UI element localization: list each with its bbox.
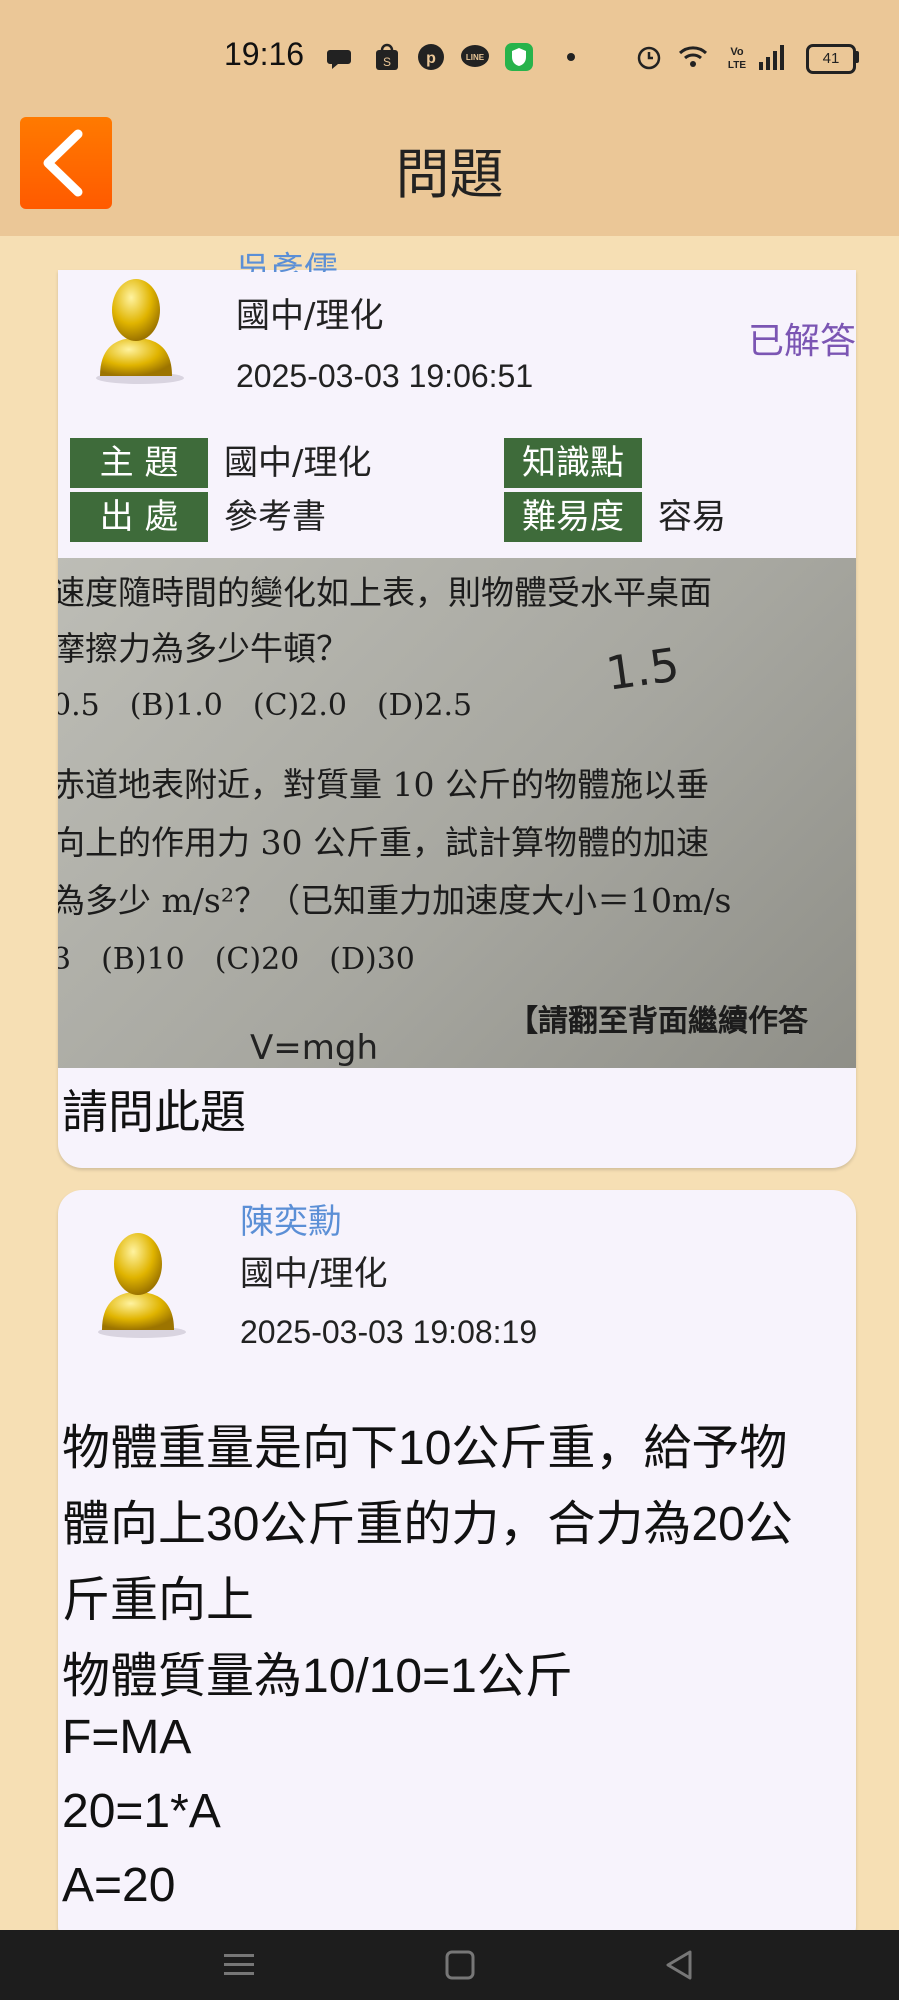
source-value: 參考書 <box>224 497 326 537</box>
status-badge: 已解答 <box>748 321 857 362</box>
pinterest-icon: p <box>418 44 444 70</box>
svg-text:Vo: Vo <box>730 46 744 58</box>
question-photo[interactable]: 速度隨時間的變化如上表，則物體受水平桌面 摩擦力為多少牛頓？ 0.5 (B)1.… <box>58 558 856 1068</box>
question-text: 請問此題 <box>62 1085 246 1139</box>
photo-line: 0.5 (B)1.0 (C)2.0 (D)2.5 <box>58 688 473 723</box>
svg-text:p: p <box>426 50 436 67</box>
menu-icon[interactable] <box>222 1950 256 1980</box>
source-label: 出 處 <box>70 492 208 542</box>
status-bar: 19:16 S p LINE Vo LTE 41 <box>0 0 899 116</box>
difficulty-label: 難易度 <box>504 492 642 542</box>
line-icon: LINE <box>461 45 489 67</box>
avatar <box>96 279 184 384</box>
answer-timestamp: 2025-03-03 19:08:19 <box>240 1314 538 1350</box>
avatar <box>98 1233 186 1338</box>
photo-line: 為多少 m/s²？（已知重力加速度大小＝10m/s <box>58 881 732 920</box>
messenger-icon <box>327 50 351 69</box>
answer-subject: 國中/理化 <box>240 1254 388 1294</box>
photo-line: 【請翻至背面繼續作答 <box>508 1004 808 1039</box>
answer-line: 物體重量是向下10公斤重，給予物 <box>62 1422 788 1475</box>
handwriting-note: V=mgh <box>250 1028 378 1068</box>
top-bar: 19:16 S p LINE Vo LTE 41 問題 <box>0 0 899 236</box>
home-icon[interactable] <box>444 1948 476 1982</box>
status-time: 19:16 <box>224 36 305 72</box>
answer-line: A=20 <box>62 1859 176 1912</box>
difficulty-value: 容易 <box>658 497 726 537</box>
battery-icon: 41 <box>806 44 856 74</box>
answer-line: F=MA <box>62 1711 192 1764</box>
photo-line: 摩擦力為多少牛頓？ <box>58 629 349 668</box>
svg-text:LTE: LTE <box>728 60 746 71</box>
topic-label: 主 題 <box>70 438 208 488</box>
photo-line: 3 (B)10 (C)20 (D)30 <box>58 942 415 977</box>
topic-value: 國中/理化 <box>224 443 372 483</box>
dot-icon <box>567 53 575 61</box>
battery-level: 41 <box>822 50 840 67</box>
question-subject: 國中/理化 <box>236 296 384 336</box>
answer-line: 體向上30公斤重的力，合力為20公 <box>62 1498 793 1551</box>
back-triangle-icon[interactable] <box>662 1948 696 1982</box>
answer-line: 20=1*A <box>62 1785 221 1838</box>
answer-line: 物體質量為10/10=1公斤 <box>62 1650 573 1703</box>
photo-line: 速度隨時間的變化如上表，則物體受水平桌面 <box>58 573 712 612</box>
wifi-icon <box>678 46 708 67</box>
photo-line: 向上的作用力 30 公斤重，試計算物體的加速 <box>58 823 709 862</box>
volte-icon: Vo LTE <box>728 46 746 71</box>
signal-icon <box>759 45 784 70</box>
shopee-icon: S <box>376 43 398 70</box>
answer-card: 陳奕勳 國中/理化 2025-03-03 19:08:19 物體重量是向下10公… <box>58 1190 856 1950</box>
alarm-icon <box>637 46 661 70</box>
question-timestamp: 2025-03-03 19:06:51 <box>236 358 534 394</box>
answer-author[interactable]: 陳奕勳 <box>240 1194 342 1243</box>
svg-text:S: S <box>383 55 391 69</box>
photo-line: 赤道地表附近，對質量 10 公斤的物體施以垂 <box>58 765 709 804</box>
page-title: 問題 <box>395 143 504 206</box>
knowledge-label: 知識點 <box>504 438 642 488</box>
question-author[interactable]: 吳彥儒 <box>236 242 338 272</box>
answer-line: 斤重向上 <box>62 1574 255 1627</box>
navigation-bar <box>0 1930 899 2000</box>
svg-text:LINE: LINE <box>466 53 485 62</box>
handwriting-note: 1.5 <box>602 637 683 701</box>
shield-app-icon <box>505 43 533 71</box>
